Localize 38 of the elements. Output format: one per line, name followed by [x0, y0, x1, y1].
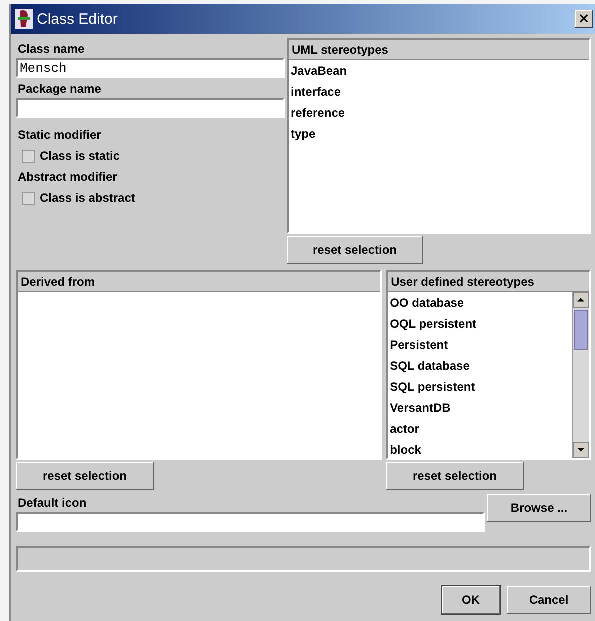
list-item[interactable]: SQL persistent: [388, 377, 572, 398]
list-item[interactable]: Persistent: [388, 335, 572, 356]
dialog-button[interactable]: OK: [442, 586, 500, 614]
dialog-button[interactable]: Cancel: [507, 586, 591, 614]
field-label: Default icon: [17, 495, 88, 512]
scrollbar[interactable]: [572, 292, 589, 458]
section-label: Abstract modifier: [17, 169, 118, 186]
list-item[interactable]: reference: [289, 103, 589, 124]
field-label: Class name: [17, 41, 86, 58]
list-item[interactable]: SQL database: [388, 356, 572, 377]
field-label: Package name: [17, 81, 102, 98]
reset-selection-button[interactable]: reset selection: [287, 236, 423, 264]
package-name-field[interactable]: [16, 98, 285, 118]
list-item[interactable]: OO database: [388, 293, 572, 314]
close-button[interactable]: ×: [575, 10, 593, 28]
list-item[interactable]: interface: [289, 82, 589, 103]
checkbox-label: Class is abstract: [40, 191, 136, 205]
list-item[interactable]: VersantDB: [388, 398, 572, 419]
scroll-thumb[interactable]: [574, 310, 588, 350]
list-area[interactable]: JavaBean interface reference type: [289, 60, 589, 232]
class-name-field[interactable]: Mensch: [16, 58, 285, 78]
checkbox-label: Class is static: [40, 149, 120, 163]
list-item[interactable]: OQL persistent: [388, 314, 572, 335]
reset-selection-button[interactable]: reset selection: [16, 462, 154, 490]
list-item[interactable]: block: [388, 440, 572, 461]
list-item[interactable]: actor: [388, 419, 572, 440]
browse-button[interactable]: Browse ...: [487, 494, 591, 522]
list-item[interactable]: type: [289, 124, 589, 145]
default-icon-field[interactable]: [16, 512, 486, 532]
checkbox-box[interactable]: [22, 150, 35, 162]
checkbox-box[interactable]: [22, 192, 35, 204]
window-title: Class Editor: [37, 10, 119, 28]
checkbox[interactable]: Class is abstract: [16, 186, 285, 210]
list-item[interactable]: JavaBean: [289, 61, 589, 82]
section-label: Static modifier: [17, 127, 102, 144]
reset-selection-button[interactable]: reset selection: [386, 462, 524, 490]
app-icon: [15, 9, 33, 29]
checkbox[interactable]: Class is static: [16, 144, 285, 168]
